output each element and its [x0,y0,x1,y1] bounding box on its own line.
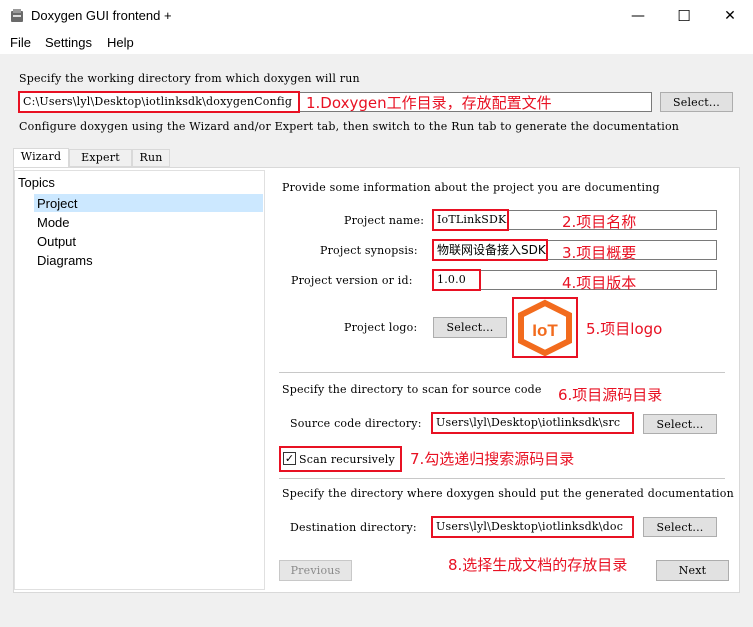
project-synopsis-annotation: 3.项目概要 [562,244,637,262]
close-button[interactable]: ✕ [707,0,753,32]
destination-annotation: 8.选择生成文档的存放目录 [448,556,628,574]
next-button[interactable]: Next [656,560,729,581]
project-name-label: Project name: [344,214,425,227]
separator-destination [279,478,725,479]
project-name-annotation: 2.项目名称 [562,213,637,231]
project-synopsis-label: Project synopsis: [320,244,418,257]
workdir-label: Specify the working directory from which… [19,72,360,85]
iot-logo-icon: IoT [518,299,572,357]
tab-run[interactable]: Run [132,149,170,167]
menu-settings[interactable]: Settings [45,35,92,50]
topics-tree [14,170,265,590]
destination-dir-input[interactable]: Users\lyl\Desktop\iotlinksdk\doc [431,516,634,538]
workdir-input[interactable]: C:\Users\lyl\Desktop\iotlinksdk\doxygenC… [18,91,300,113]
workdir-select-button[interactable]: Select... [660,92,733,112]
logo-text: IoT [532,321,558,340]
destination-dir-select-button[interactable]: Select... [643,517,717,537]
project-version-label: Project version or id: [291,274,413,287]
project-logo-label: Project logo: [344,321,418,334]
project-logo-select-button[interactable]: Select... [433,317,507,338]
workdir-hint: Configure doxygen using the Wizard and/o… [19,120,680,133]
topics-title: Topics [18,175,55,190]
window-title: Doxygen GUI frontend + [31,8,172,23]
project-logo-annotation: 5.项目logo [586,320,663,338]
destination-dir-label: Destination directory: [290,521,417,534]
topic-project[interactable]: Project [37,196,77,211]
source-dir-label: Source code directory: [290,417,422,430]
scan-recursive-label[interactable]: Scan recursively [299,453,395,466]
source-dir-input[interactable]: Users\lyl\Desktop\iotlinksdk\src [431,412,634,434]
minimize-button[interactable]: — [615,0,661,32]
destination-intro: Specify the directory where doxygen shou… [282,487,734,500]
project-version-annotation: 4.项目版本 [562,274,637,292]
project-synopsis-input[interactable]: 物联网设备接入SDK [432,239,548,261]
source-annotation: 6.项目源码目录 [558,386,663,404]
project-version-input[interactable]: 1.0.0 [432,269,481,291]
project-name-input[interactable]: IoTLinkSDK [432,209,509,231]
topic-mode[interactable]: Mode [37,215,70,230]
project-intro: Provide some information about the proje… [282,181,660,194]
scan-recursive-annotation: 7.勾选递归搜索源码目录 [410,450,575,468]
workdir-annotation: 1.Doxygen工作目录，存放配置文件 [306,94,552,112]
tab-wizard[interactable]: Wizard [13,148,69,168]
source-dir-select-button[interactable]: Select... [643,414,717,434]
project-logo-frame: IoT [512,297,578,358]
topic-output[interactable]: Output [37,234,76,249]
scan-recursive-checkbox[interactable]: ✓ [283,452,296,465]
menu-file[interactable]: File [10,35,31,50]
maximize-button[interactable]: ☐ [661,0,707,32]
topic-diagrams[interactable]: Diagrams [37,253,93,268]
separator-source [279,372,725,373]
source-intro: Specify the directory to scan for source… [282,383,542,396]
previous-button[interactable]: Previous [279,560,352,581]
doxygen-app-icon [9,8,25,24]
menu-help[interactable]: Help [107,35,134,50]
tab-expert[interactable]: Expert [69,149,132,167]
